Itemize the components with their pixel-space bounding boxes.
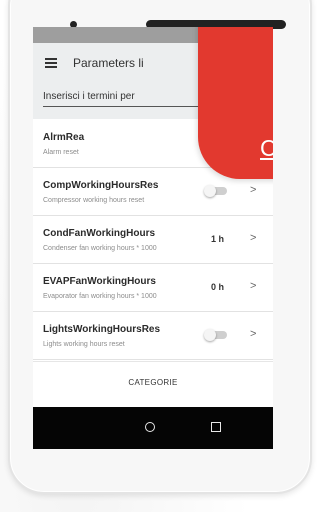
parameter-description: Lights working hours reset (43, 341, 125, 348)
parameter-description: Alarm reset (43, 149, 79, 156)
list-item[interactable]: EVAPFanWorkingHours Evaporator fan worki… (33, 263, 273, 312)
parameter-name: AlrmRea (43, 132, 85, 143)
search-input[interactable]: Inserisci i termini per (43, 91, 135, 102)
list-item[interactable]: CondFanWorkingHours Condenser fan workin… (33, 215, 273, 264)
parameter-description: Condenser fan working hours * 1000 (43, 245, 157, 252)
list-item[interactable]: LightsWorkingHoursRes Lights working hou… (33, 311, 273, 360)
parameter-name: EVAPFanWorkingHours (43, 276, 156, 287)
chevron-right-icon[interactable]: > (250, 184, 256, 196)
bottom-tab-bar: CATEGORIE (33, 361, 273, 408)
android-nav-bar (33, 407, 273, 449)
toolbar-title: Parameters li (73, 56, 144, 70)
chevron-right-icon[interactable]: > (250, 328, 256, 340)
phone-frame: Parameters li Inserisci i termini per Al… (8, 0, 312, 494)
app-screen: Parameters li Inserisci i termini per Al… (33, 27, 273, 449)
reset-toggle[interactable] (204, 185, 227, 197)
chevron-right-icon[interactable]: > (250, 280, 256, 292)
parameter-value: 0 h (211, 282, 225, 292)
parameter-name: CompWorkingHoursRes (43, 180, 159, 191)
parameter-description: Evaporator fan working hours * 1000 (43, 293, 157, 300)
toggle-knob (204, 185, 216, 197)
toggle-knob (204, 329, 216, 341)
hamburger-menu-icon[interactable] (45, 58, 57, 68)
promo-text: CA (260, 135, 273, 162)
parameter-description: Compressor working hours reset (43, 197, 145, 204)
promo-banner: CA (198, 27, 273, 179)
parameter-name: CondFanWorkingHours (43, 228, 156, 239)
parameter-name: LightsWorkingHoursRes (43, 324, 161, 335)
chevron-right-icon[interactable]: > (250, 232, 256, 244)
home-circle-icon[interactable] (145, 422, 155, 432)
parameter-value: 1 h (211, 234, 225, 244)
recents-square-icon[interactable] (211, 422, 221, 432)
tab-categorie[interactable]: CATEGORIE (33, 378, 273, 387)
reset-toggle[interactable] (204, 329, 227, 341)
